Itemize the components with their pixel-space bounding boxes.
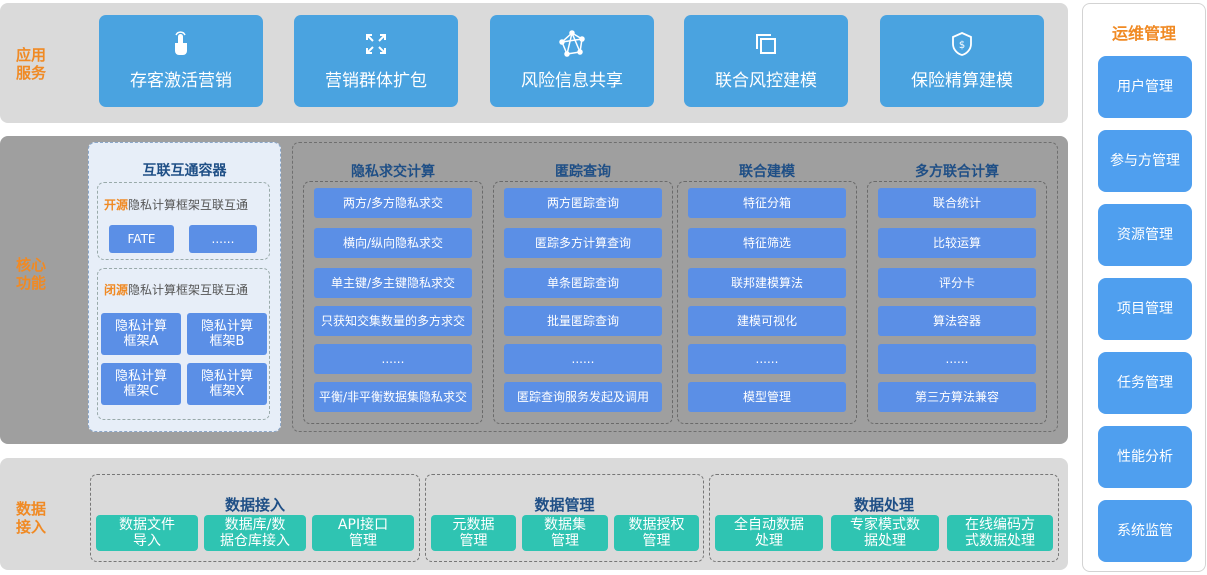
- data-group-title: 数据接入: [224, 496, 285, 514]
- api-management-button[interactable]: API接口 管理: [312, 515, 414, 551]
- core-item-button[interactable]: 联邦建模算法: [688, 268, 846, 298]
- core-item-button[interactable]: 只获知交集数量的多方求交: [314, 306, 472, 336]
- touch-icon: [175, 31, 187, 55]
- open-source-prefix: 开源: [104, 198, 129, 212]
- fate-button[interactable]: FATE: [109, 225, 174, 253]
- core-item-button[interactable]: 单主键/多主键隐私求交: [314, 268, 472, 298]
- app-card-label: 联合风控建模: [715, 71, 817, 91]
- core-column-title: 联合建模: [739, 164, 795, 180]
- core-item-button[interactable]: 匿踪多方计算查询: [504, 228, 662, 258]
- expert-processing-button[interactable]: 专家模式数 据处理: [831, 515, 939, 551]
- app-card-label: 营销群体扩包: [325, 71, 427, 91]
- app-card-label: 存客激活营销: [130, 71, 232, 91]
- online-coding-button[interactable]: 在线编码方 式数据处理: [947, 515, 1053, 551]
- core-item-button[interactable]: 比较运算: [878, 228, 1036, 258]
- app-service-label: 应用 服务: [16, 46, 47, 82]
- ops-resource-management[interactable]: 资源管理: [1098, 204, 1192, 266]
- ops-task-management[interactable]: 任务管理: [1098, 352, 1192, 414]
- open-source-caption: 开源隐私计算框架互联互通: [104, 196, 248, 213]
- ops-title: 运维管理: [1111, 24, 1176, 43]
- ops-project-management[interactable]: 项目管理: [1098, 278, 1192, 340]
- core-item-button[interactable]: 两方/多方隐私求交: [314, 188, 472, 218]
- core-column-title: 匿踪查询: [555, 164, 611, 180]
- network-icon: [559, 30, 585, 57]
- app-card-risk-sharing[interactable]: 风险信息共享: [490, 15, 654, 107]
- core-item-button[interactable]: 批量匿踪查询: [504, 306, 662, 336]
- core-function-label: 核心 功能: [16, 256, 47, 292]
- framework-b-button[interactable]: 隐私计算 框架B: [187, 313, 267, 355]
- core-item-button[interactable]: 两方匿踪查询: [504, 188, 662, 218]
- database-access-button[interactable]: 数据库/数 据仓库接入: [204, 515, 306, 551]
- auto-processing-button[interactable]: 全自动数据 处理: [715, 515, 823, 551]
- closed-source-rest: 隐私计算框架互联互通: [128, 283, 249, 297]
- app-card-marketing-expand[interactable]: 营销群体扩包: [294, 15, 458, 107]
- core-item-button[interactable]: 算法容器: [878, 306, 1036, 336]
- core-item-button[interactable]: ......: [688, 344, 846, 374]
- app-card-insurance-actuarial[interactable]: $ 保险精算建模: [880, 15, 1044, 107]
- core-item-button[interactable]: ......: [314, 344, 472, 374]
- data-group-title: 数据处理: [853, 496, 914, 514]
- app-card-joint-risk-model[interactable]: 联合风控建模: [684, 15, 848, 107]
- framework-x-button[interactable]: 隐私计算 框架X: [187, 363, 267, 405]
- open-source-rest: 隐私计算框架互联互通: [128, 198, 249, 212]
- core-item-button[interactable]: 特征分箱: [688, 188, 846, 218]
- ops-performance-analysis[interactable]: 性能分析: [1098, 426, 1192, 488]
- core-item-button[interactable]: ......: [878, 344, 1036, 374]
- metadata-management-button[interactable]: 元数据 管理: [431, 515, 516, 551]
- app-card-label: 风险信息共享: [521, 71, 623, 91]
- svg-text:$: $: [959, 40, 965, 51]
- core-item-button[interactable]: 单条匿踪查询: [504, 268, 662, 298]
- framework-a-button[interactable]: 隐私计算 框架A: [101, 313, 181, 355]
- core-item-button[interactable]: 平衡/非平衡数据集隐私求交: [314, 382, 472, 412]
- data-authorization-button[interactable]: 数据授权 管理: [614, 515, 699, 551]
- shield-dollar-icon: $: [952, 32, 972, 56]
- expand-icon: [366, 34, 386, 54]
- closed-source-prefix: 闭源: [104, 283, 129, 297]
- app-card-customer-activation[interactable]: 存客激活营销: [99, 15, 263, 107]
- core-column-title: 隐私求交计算: [351, 164, 435, 180]
- core-item-button[interactable]: 特征筛选: [688, 228, 846, 258]
- copy-icon: [756, 34, 776, 54]
- dataset-management-button[interactable]: 数据集 管理: [522, 515, 608, 551]
- core-item-button[interactable]: 模型管理: [688, 382, 846, 412]
- closed-source-caption: 闭源隐私计算框架互联互通: [104, 281, 248, 298]
- core-item-button[interactable]: 匿踪查询服务发起及调用: [504, 382, 662, 412]
- ops-system-monitor[interactable]: 系统监管: [1098, 500, 1192, 562]
- data-access-label: 数据 接入: [16, 500, 47, 536]
- open-more-button[interactable]: ......: [189, 225, 257, 253]
- data-group-title: 数据管理: [534, 496, 595, 514]
- core-item-button[interactable]: 横向/纵向隐私求交: [314, 228, 472, 258]
- core-column-title: 多方联合计算: [915, 164, 999, 180]
- core-item-button[interactable]: ......: [504, 344, 662, 374]
- framework-c-button[interactable]: 隐私计算 框架C: [101, 363, 181, 405]
- core-item-button[interactable]: 建模可视化: [688, 306, 846, 336]
- ops-user-management[interactable]: 用户管理: [1098, 56, 1192, 118]
- core-item-button[interactable]: 第三方算法兼容: [878, 382, 1036, 412]
- core-item-button[interactable]: 联合统计: [878, 188, 1036, 218]
- app-card-label: 保险精算建模: [911, 71, 1013, 91]
- ops-party-management[interactable]: 参与方管理: [1098, 130, 1192, 192]
- interop-title: 互联互通容器: [142, 163, 227, 179]
- data-file-import-button[interactable]: 数据文件 导入: [96, 515, 198, 551]
- core-item-button[interactable]: 评分卡: [878, 268, 1036, 298]
